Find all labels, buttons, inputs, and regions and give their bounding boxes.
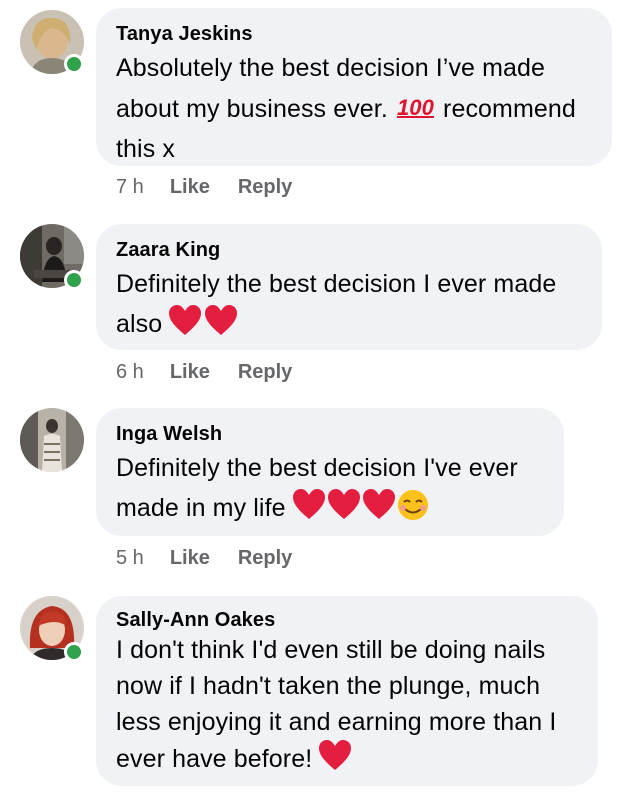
- author-name[interactable]: Tanya Jeskins: [116, 22, 592, 46]
- like-button[interactable]: Like: [170, 176, 210, 199]
- author-name[interactable]: Inga Welsh: [116, 422, 544, 446]
- comment-bubble[interactable]: Zaara King Definitely the best decision …: [96, 224, 602, 350]
- avatar-photo: [20, 408, 84, 472]
- heart-emoji-icon: [169, 305, 238, 335]
- timestamp[interactable]: 7 h: [116, 176, 144, 199]
- timestamp[interactable]: 6 h: [116, 361, 144, 384]
- avatar[interactable]: [20, 408, 84, 472]
- heart-emoji-icon: [292, 489, 428, 520]
- comment-text: I don't think I'd even still be doing na…: [116, 636, 557, 773]
- timestamp[interactable]: 5 h: [116, 547, 144, 570]
- author-name[interactable]: Zaara King: [116, 238, 582, 262]
- online-status-icon: [64, 270, 84, 290]
- author-name[interactable]: Sally-Ann Oakes: [116, 608, 578, 632]
- reply-button[interactable]: Reply: [238, 176, 292, 199]
- online-status-icon: [64, 54, 84, 74]
- comment-text: Definitely the best decision I ever made…: [116, 270, 557, 338]
- heart-emoji-icon: [319, 740, 352, 770]
- like-button[interactable]: Like: [170, 547, 210, 570]
- comment-text: Definitely the best decision I've ever m…: [116, 454, 518, 522]
- comment-bubble[interactable]: Tanya Jeskins Absolutely the best decisi…: [96, 8, 612, 166]
- comment-actions: 5 h Like Reply: [116, 547, 292, 570]
- comment-actions: 6 h Like Reply: [116, 361, 292, 384]
- like-button[interactable]: Like: [170, 361, 210, 384]
- reply-button[interactable]: Reply: [238, 361, 292, 384]
- hundred-points-emoji-icon: 100: [396, 95, 434, 120]
- comment-bubble[interactable]: Sally-Ann Oakes I don't think I'd even s…: [96, 596, 598, 786]
- comment-actions: 7 h Like Reply: [116, 176, 292, 199]
- reply-button[interactable]: Reply: [238, 547, 292, 570]
- comment-text: Absolutely the best decision I’ve made a…: [116, 54, 576, 163]
- comment-bubble[interactable]: Inga Welsh Definitely the best decision …: [96, 408, 564, 536]
- online-status-icon: [64, 642, 84, 662]
